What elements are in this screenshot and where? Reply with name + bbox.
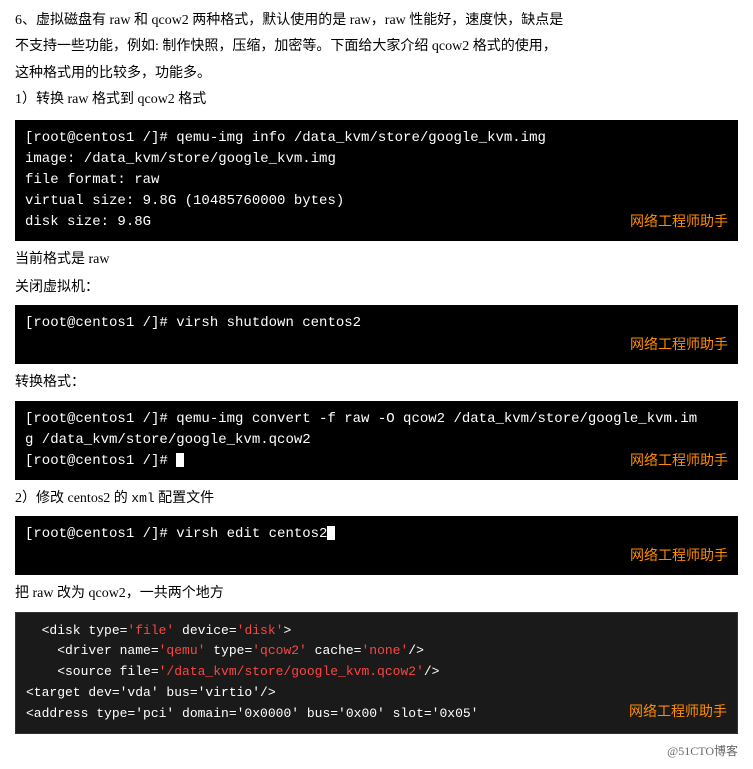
terminal-virsh-shutdown: [root@centos1 /]# virsh shutdown centos2… (15, 305, 738, 364)
xml-code-label: xml (131, 491, 154, 506)
terminal-line1: [root@centos1 /]# qemu-img info /data_kv… (25, 128, 728, 149)
bottom-credit: @51CTO博客 (15, 742, 738, 759)
label-current-format: 当前格式是 raw (15, 249, 738, 271)
watermark2: 网络工程师助手 (630, 335, 728, 356)
intro-line4: 1）转换 raw 格式到 qcow2 格式 (15, 89, 738, 111)
xml-line5: <address type='pci' domain='0x0000' bus=… (26, 704, 727, 725)
label-shutdown: 关闭虚拟机： (15, 277, 738, 299)
terminal-qemu-convert: [root@centos1 /]# qemu-img convert -f ra… (15, 401, 738, 480)
terminal-line5: disk size: 9.8G (25, 212, 728, 233)
terminal-line4: virtual size: 9.8G (10485760000 bytes) (25, 191, 728, 212)
terminal-edit-line: [root@centos1 /]# virsh edit centos2 (25, 524, 728, 545)
xml-line1: <disk type='file' device='disk'> (26, 621, 727, 642)
watermark4: 网络工程师助手 (630, 546, 728, 567)
xml-driver: <driver name='qemu' type='qcow2' cache='… (26, 643, 424, 658)
terminal-line2: image: /data_kvm/store/google_kvm.img (25, 149, 728, 170)
terminal-line3: file format: raw (25, 170, 728, 191)
watermark1: 网络工程师助手 (630, 212, 728, 233)
label-change-raw: 把 raw 改为 qcow2，一共两个地方 (15, 583, 738, 605)
terminal-edit-text: [root@centos1 /]# virsh edit centos2 (25, 526, 327, 542)
label-xml: 2）修改 centos2 的 xml 配置文件 (15, 488, 738, 510)
terminal-qemu-info: [root@centos1 /]# qemu-img info /data_kv… (15, 120, 738, 241)
cursor1 (176, 453, 184, 467)
terminal-shutdown-line: [root@centos1 /]# virsh shutdown centos2 (25, 313, 728, 334)
intro-text: 6、虚拟磁盘有 raw 和 qcow2 两种格式，默认使用的是 raw，raw … (15, 10, 738, 112)
label-xml-text: 2）修改 centos2 的 xml 配置文件 (15, 491, 214, 506)
label-convert: 转换格式： (15, 372, 738, 394)
terminal-convert-line2: g /data_kvm/store/google_kvm.qcow2 (25, 430, 728, 451)
intro-line3: 这种格式用的比较多，功能多。 (15, 63, 738, 85)
xml-line2: <driver name='qemu' type='qcow2' cache='… (26, 641, 727, 662)
terminal-virsh-edit: [root@centos1 /]# virsh edit centos2 网络工… (15, 516, 738, 575)
watermark5: 网络工程师助手 (629, 702, 727, 724)
xml-source: <source file='/data_kvm/store/google_kvm… (26, 664, 439, 679)
intro-line2: 不支持一些功能，例如: 制作快照，压缩，加密等。下面给大家介绍 qcow2 格式… (15, 36, 738, 58)
intro-line1: 6、虚拟磁盘有 raw 和 qcow2 两种格式，默认使用的是 raw，raw … (15, 10, 738, 32)
terminal-convert-prompt: [root@centos1 /]# (25, 453, 176, 469)
terminal-convert-line1: [root@centos1 /]# qemu-img convert -f ra… (25, 409, 728, 430)
xml-line4: <target dev='vda' bus='virtio'/> (26, 683, 727, 704)
xml-disk-open: <disk type='file' device='disk'> (26, 623, 291, 638)
cursor2 (327, 526, 335, 540)
terminal-convert-line3: [root@centos1 /]# (25, 451, 728, 472)
xml-line3: <source file='/data_kvm/store/google_kvm… (26, 662, 727, 683)
watermark3: 网络工程师助手 (630, 451, 728, 472)
terminal-xml-content: <disk type='file' device='disk'> <driver… (15, 612, 738, 734)
